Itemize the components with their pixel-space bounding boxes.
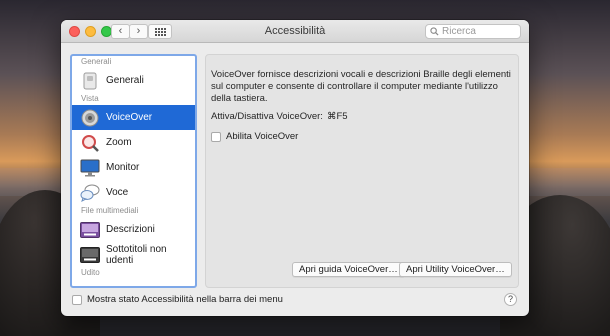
descriptions-icon — [80, 220, 100, 240]
sidebar-item-label: Sottotitoli non udenti — [106, 243, 167, 266]
show-menu-status-checkbox[interactable] — [72, 294, 82, 305]
shortcut-row: Attiva/Disattiva VoiceOver: ⌘F5 — [211, 111, 348, 122]
search-field[interactable] — [425, 24, 521, 39]
search-icon — [430, 27, 439, 36]
sidebar-item-voiceover[interactable]: VoiceOver — [72, 105, 195, 130]
sidebar-item-sottotitoli[interactable]: Sottotitoli non udenti — [72, 242, 195, 267]
show-menu-status-label: Mostra stato Accessibilità nella barra d… — [87, 294, 283, 305]
open-voiceover-guide-button[interactable]: Apri guida VoiceOver… — [292, 262, 405, 277]
sidebar-item-label: Voce — [106, 187, 129, 198]
monitor-icon — [80, 158, 100, 178]
enable-voiceover-label: Abilita VoiceOver — [226, 131, 299, 142]
title-bar: ‹ › Accessibilità — [61, 20, 529, 43]
sidebar-item-label: Generali — [106, 75, 144, 86]
sidebar-item-label: Descrizioni — [106, 224, 155, 235]
open-voiceover-utility-button[interactable]: Apri Utility VoiceOver… — [399, 262, 512, 277]
search-input[interactable] — [442, 26, 518, 37]
sidebar-item-voce[interactable]: Voce — [72, 180, 195, 205]
enable-voiceover-checkbox[interactable] — [211, 131, 221, 142]
section-label-file-multimediali: File multimediali — [81, 206, 139, 215]
zoom-icon — [80, 133, 100, 153]
section-label-generali: Generali — [81, 57, 112, 66]
section-label-vista: Vista — [81, 94, 99, 103]
voiceover-icon — [80, 108, 100, 128]
sidebar-item-label: Monitor — [106, 162, 140, 173]
sidebar-item-descrizioni[interactable]: Descrizioni — [72, 217, 195, 242]
sidebar-item-zoom[interactable]: Zoom — [72, 130, 195, 155]
menu-status-row[interactable]: Mostra stato Accessibilità nella barra d… — [72, 294, 283, 305]
enable-voiceover-row[interactable]: Abilita VoiceOver — [211, 131, 298, 142]
speech-bubble-icon — [80, 183, 100, 203]
preferences-window: ‹ › Accessibilità Generali Generali Vist… — [61, 20, 529, 316]
captions-icon — [80, 245, 100, 265]
shortcut-key: ⌘F5 — [326, 111, 348, 122]
sidebar-item-label: VoiceOver — [106, 112, 153, 123]
voiceover-pane: VoiceOver fornisce descrizioni vocali e … — [205, 54, 519, 288]
sidebar: Generali Generali Vista VoiceOver Zoom M… — [70, 54, 197, 288]
voiceover-description: VoiceOver fornisce descrizioni vocali e … — [211, 69, 511, 104]
shortcut-label: Attiva/Disattiva VoiceOver: — [211, 111, 323, 122]
help-button[interactable]: ? — [504, 293, 517, 306]
section-label-udito: Udito — [81, 268, 100, 277]
sidebar-item-generali[interactable]: Generali — [72, 68, 195, 93]
general-icon — [80, 71, 100, 91]
sidebar-item-monitor[interactable]: Monitor — [72, 155, 195, 180]
sidebar-item-label: Zoom — [106, 137, 132, 148]
